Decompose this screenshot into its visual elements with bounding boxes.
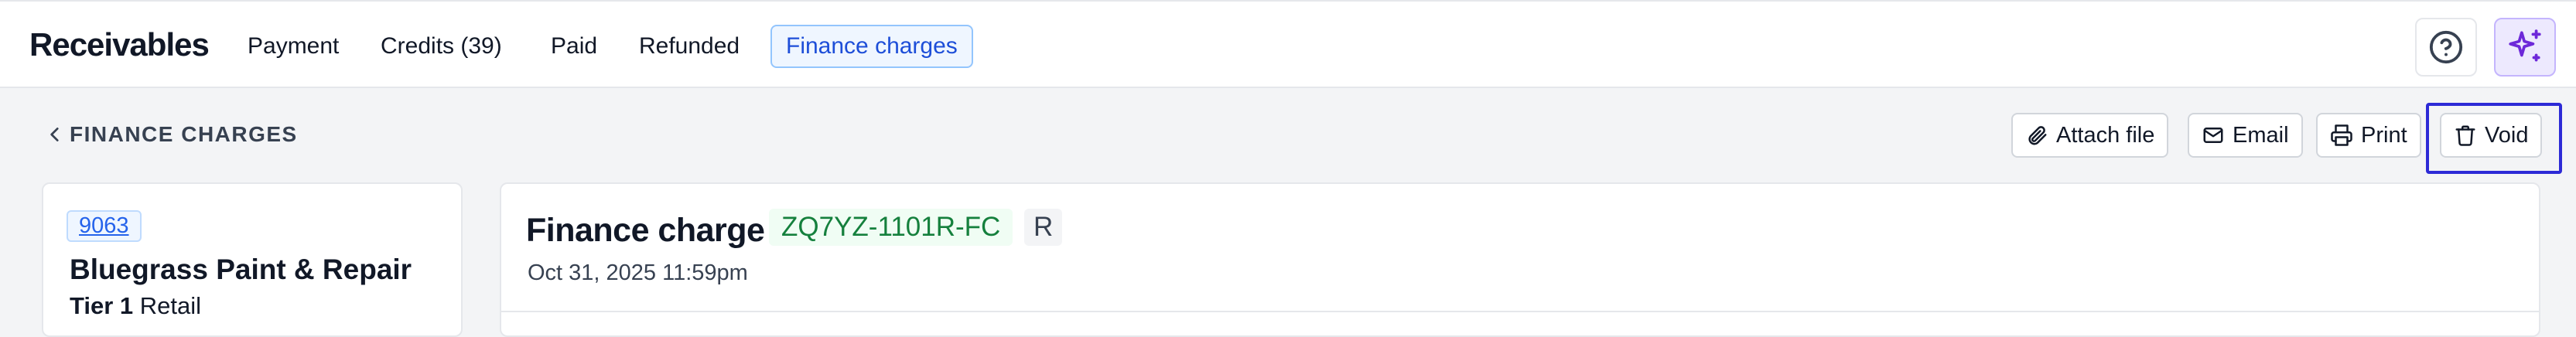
print-button[interactable]: Print [2316, 113, 2421, 158]
document-card: Finance charge ZQ7YZ-1101R-FC R Oct 31, … [500, 182, 2540, 337]
chevron-left-icon [50, 128, 59, 141]
assistant-button[interactable] [2494, 18, 2556, 77]
tab-paid[interactable]: Paid [537, 25, 611, 68]
divider [501, 311, 2539, 312]
customer-tier-line: Tier 1 Retail [70, 292, 201, 320]
customer-card: 9063 Bluegrass Paint & Repair Tier 1 Ret… [42, 182, 463, 337]
attach-file-button[interactable]: Attach file [2011, 113, 2169, 158]
top-bar: Receivables Payment Credits (39) Paid Re… [0, 0, 2576, 88]
email-button[interactable]: Email [2188, 113, 2303, 158]
tab-refunded[interactable]: Refunded [625, 25, 753, 68]
sparkles-icon [2509, 29, 2541, 62]
help-button[interactable] [2415, 18, 2477, 77]
printer-icon [2331, 124, 2352, 146]
tab-credits[interactable]: Credits (39) [367, 25, 516, 68]
document-date: Oct 31, 2025 11:59pm [528, 260, 748, 285]
customer-name: Bluegrass Paint & Repair [70, 254, 412, 285]
help-circle-icon [2429, 30, 2463, 64]
back-link-label: FINANCE CHARGES [70, 122, 298, 146]
customer-tier: Tier 1 [70, 292, 134, 319]
paperclip-icon [2028, 126, 2047, 145]
customer-type: Retail [139, 292, 202, 319]
back-link[interactable]: FINANCE CHARGES [45, 122, 298, 147]
tab-payment[interactable]: Payment [234, 25, 353, 68]
account-number-link[interactable]: 9063 [67, 210, 142, 242]
document-badge: R [1024, 209, 1063, 246]
tab-finance-charges[interactable]: Finance charges [770, 25, 973, 68]
mail-icon [2203, 128, 2223, 143]
document-title: Finance charge [526, 212, 765, 249]
attach-file-label: Attach file [2056, 122, 2155, 148]
void-highlight-box [2426, 103, 2562, 174]
email-label: Email [2233, 122, 2289, 148]
print-label: Print [2361, 122, 2407, 148]
document-code: ZQ7YZ-1101R-FC [769, 209, 1013, 246]
app-title: Receivables [29, 26, 210, 63]
